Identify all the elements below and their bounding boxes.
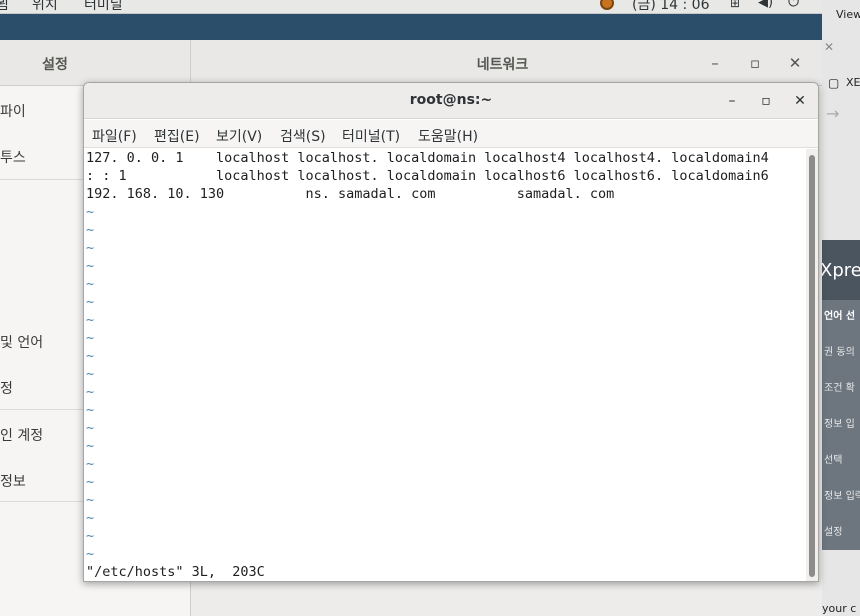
tilde-marker: ~: [86, 384, 95, 400]
page-menu-item[interactable]: 정보 입: [824, 415, 855, 430]
network-icon[interactable]: ⊞: [730, 0, 744, 10]
tilde-marker: ~: [86, 510, 95, 526]
banner-text: Xpre: [822, 260, 860, 281]
page-footer-text: your c: [822, 602, 857, 615]
top-menu-places[interactable]: 위치: [32, 0, 58, 13]
sidebar-item-details[interactable]: 정보: [0, 471, 26, 491]
sidebar-item-bluetooth[interactable]: 투스: [0, 147, 26, 167]
sidebar-item-accessibility[interactable]: 정: [0, 378, 13, 398]
settings-title: 설정: [42, 57, 68, 73]
tilde-marker: ~: [86, 330, 95, 346]
settings-header: 설정 네트워크 – ▫ ✕: [0, 40, 822, 86]
minimize-icon[interactable]: –: [703, 52, 727, 74]
tilde-marker: ~: [86, 294, 95, 310]
tilde-marker: ~: [86, 366, 95, 382]
close-icon[interactable]: ✕: [789, 90, 811, 112]
minimize-icon[interactable]: –: [721, 90, 743, 112]
hosts-line-custom: 192. 168. 10. 130 ns. samadal. com samad…: [86, 186, 615, 202]
close-icon[interactable]: ✕: [783, 52, 807, 74]
clock[interactable]: (금) 14 : 06: [632, 0, 710, 13]
menu-view[interactable]: 보기(V): [216, 126, 262, 146]
tilde-marker: ~: [86, 438, 95, 454]
page-side-menu: 언어 선 권 동의 조건 확 정보 입 선택 정보 입력 설정: [822, 300, 860, 550]
page-menu-item[interactable]: 권 동의: [824, 343, 855, 358]
tilde-marker: ~: [86, 402, 95, 418]
power-icon[interactable]: ⏻: [788, 0, 799, 10]
tilde-marker: ~: [86, 528, 95, 544]
page-banner: Xpre: [822, 240, 860, 300]
sidebar-item-wifi[interactable]: 파이: [0, 101, 26, 121]
tilde-marker: ~: [86, 312, 95, 328]
sidebar-item-region-language[interactable]: 및 언어: [0, 332, 43, 352]
app-status-icon[interactable]: [600, 0, 614, 10]
page-icon: ▢: [828, 76, 840, 90]
tilde-marker: ~: [86, 222, 95, 238]
page-menu-item[interactable]: 조건 확: [824, 379, 855, 394]
page-menu-item[interactable]: 정보 입력: [824, 487, 860, 502]
menu-search[interactable]: 검색(S): [280, 126, 326, 146]
top-bar: 뵘 위치 터미널 (금) 14 : 06 ⊞ ◀) ⏻: [0, 0, 860, 14]
page-menu-item[interactable]: 설정: [824, 523, 842, 538]
maximize-icon[interactable]: ▫: [755, 90, 777, 112]
tab-close-icon[interactable]: ✕: [824, 40, 834, 54]
tilde-marker: ~: [86, 240, 95, 256]
hosts-line-ipv6: : : 1 localhost localhost. localdomain l…: [86, 168, 769, 184]
terminal-scrollbar[interactable]: [806, 149, 818, 581]
maximize-icon[interactable]: ▫: [743, 52, 767, 74]
menu-help[interactable]: 도움말(H): [418, 126, 478, 146]
sidebar-item-online-accounts[interactable]: 인 계정: [0, 425, 43, 445]
page-menu-item[interactable]: 언어 선: [824, 307, 855, 322]
top-menu-terminal[interactable]: 터미널: [84, 0, 123, 13]
terminal-titlebar[interactable]: root@ns:~ – ▫ ✕: [84, 83, 818, 119]
terminal-title: root@ns:~: [409, 92, 493, 108]
page-menu-item[interactable]: 선택: [824, 451, 842, 466]
hosts-line-ipv4: 127. 0. 0. 1 localhost localhost. locald…: [86, 150, 769, 166]
tilde-marker: ~: [86, 492, 95, 508]
terminal-window: root@ns:~ – ▫ ✕ 파일(F) 편집(E) 보기(V) 검색(S) …: [83, 82, 819, 582]
tilde-marker: ~: [86, 204, 95, 220]
tilde-marker: ~: [86, 348, 95, 364]
menu-edit[interactable]: 편집(E): [154, 126, 200, 146]
browser-window-fragment: View ✕ ▢ XE → Xpre 언어 선 권 동의 조건 확 정보 입 선…: [822, 0, 860, 616]
tilde-marker: ~: [86, 456, 95, 472]
menu-file[interactable]: 파일(F): [92, 126, 137, 146]
scrollbar-thumb[interactable]: [809, 155, 815, 577]
terminal-menubar: 파일(F) 편집(E) 보기(V) 검색(S) 터미널(T) 도움말(H): [84, 120, 818, 148]
forward-icon[interactable]: →: [826, 104, 839, 123]
terminal-content[interactable]: 127. 0. 0. 1 localhost localhost. locald…: [84, 149, 806, 581]
tilde-marker: ~: [86, 546, 95, 562]
vi-status-line: "/etc/hosts" 3L, 203C: [86, 564, 265, 580]
tilde-marker: ~: [86, 420, 95, 436]
menu-terminal[interactable]: 터미널(T): [342, 126, 400, 146]
volume-icon[interactable]: ◀): [758, 0, 773, 10]
tilde-marker: ~: [86, 276, 95, 292]
browser-tab[interactable]: XE: [846, 76, 860, 89]
tilde-marker: ~: [86, 258, 95, 274]
top-menu-applications[interactable]: 뵘: [0, 0, 9, 13]
browser-menu-view[interactable]: View: [836, 8, 860, 21]
tilde-marker: ~: [86, 474, 95, 490]
